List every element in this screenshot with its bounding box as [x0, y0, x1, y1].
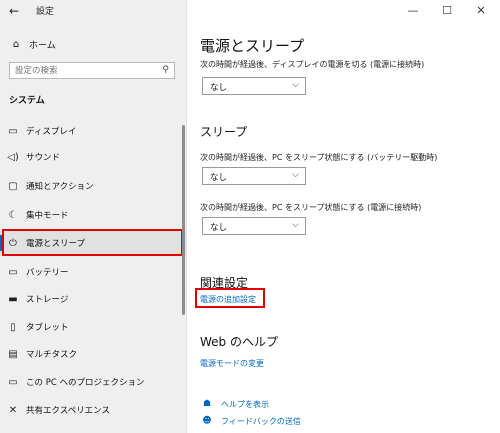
notification-icon: ▢ — [8, 180, 18, 192]
sleep-plugged-dropdown[interactable]: なし ⌵ — [202, 217, 306, 235]
multitask-icon: ▤ — [8, 348, 18, 360]
power-mode-link[interactable]: 電源モードの変更 — [200, 358, 264, 369]
sidebar-item-battery[interactable]: ▭ バッテリー — [0, 259, 186, 285]
sidebar-item-label: 通知とアクション — [26, 182, 94, 192]
screen-off-label: 次の時間が経過後、ディスプレイの電源を切る (電源に接続時) — [200, 60, 425, 69]
dropdown-value: なし — [210, 223, 228, 233]
sidebar-item-notifications[interactable]: ▢ 通知とアクション — [0, 173, 186, 199]
chevron-down-icon: ⌵ — [292, 170, 299, 180]
maximize-icon[interactable]: ☐ — [430, 0, 464, 22]
projection-icon: ▭ — [8, 376, 18, 388]
sidebar-item-shared[interactable]: ✕ 共有エクスペリエンス — [0, 397, 186, 423]
sidebar-item-multitask[interactable]: ▤ マルチタスク — [0, 341, 186, 367]
main-content: 電源とスリープ 次の時間が経過後、ディスプレイの電源を切る (電源に接続時) な… — [187, 22, 500, 433]
sleep-plugged-label: 次の時間が経過後、PC をスリープ状態にする (電源に接続時) — [200, 203, 422, 212]
sidebar-item-label: この PC へのプロジェクション — [26, 378, 145, 388]
sidebar-item-label: サウンド — [26, 153, 61, 163]
minimize-icon[interactable]: — — [396, 0, 430, 22]
sidebar-item-tablet[interactable]: ▯ タブレット — [0, 314, 186, 340]
back-arrow-icon[interactable]: ← — [6, 3, 22, 19]
section-title: システム — [9, 96, 45, 106]
search-box[interactable]: ⚲ — [9, 62, 175, 79]
help-icon: ☗ — [202, 399, 212, 409]
shared-icon: ✕ — [8, 404, 18, 416]
search-input[interactable] — [15, 65, 155, 77]
sidebar-scrollbar[interactable] — [182, 125, 185, 315]
home-icon: ⌂ — [12, 38, 20, 50]
display-icon: ▭ — [8, 125, 18, 137]
get-help-link[interactable]: ☗ ヘルプを表示 — [200, 397, 269, 411]
chevron-down-icon: ⌵ — [292, 80, 299, 90]
title-bar: ← 設定 — ☐ ✕ — [0, 0, 500, 22]
speaker-icon: ◁) — [7, 151, 19, 163]
battery-icon: ▭ — [8, 266, 18, 278]
feedback-link[interactable]: ☻ フィードバックの送信 — [200, 414, 301, 428]
sidebar-item-label: 共有エクスペリエンス — [26, 406, 110, 416]
sidebar-item-storage[interactable]: ▬ ストレージ — [0, 286, 186, 312]
sidebar-item-sound[interactable]: ◁) サウンド — [0, 144, 186, 170]
moon-icon: ☾ — [8, 209, 18, 221]
storage-icon: ▬ — [8, 293, 18, 305]
settings-window: ⌂ ホーム ⚲ システム ▭ ディスプレイ ◁) サウンド ▢ 通知とアクション… — [0, 0, 500, 433]
sidebar-item-label: 集中モード — [26, 211, 69, 221]
home-label: ホーム — [29, 40, 56, 51]
page-title: 電源とスリープ — [200, 37, 305, 55]
dropdown-value: なし — [210, 173, 228, 183]
feedback-label: フィードバックの送信 — [221, 416, 301, 426]
screen-off-dropdown[interactable]: なし ⌵ — [202, 77, 306, 95]
web-help-heading: Web のヘルプ — [200, 335, 278, 349]
sidebar-item-label: ストレージ — [26, 295, 69, 305]
sleep-battery-label: 次の時間が経過後、PC をスリープ状態にする (バッテリー駆動時) — [200, 153, 438, 162]
sleep-heading: スリープ — [200, 125, 248, 139]
sidebar-item-display[interactable]: ▭ ディスプレイ — [0, 118, 186, 144]
chevron-down-icon: ⌵ — [292, 220, 299, 230]
highlight-box-nav — [2, 229, 183, 256]
sidebar-item-label: ディスプレイ — [26, 127, 77, 137]
sidebar-item-label: マルチタスク — [26, 350, 78, 360]
sidebar: ⌂ ホーム ⚲ システム ▭ ディスプレイ ◁) サウンド ▢ 通知とアクション… — [0, 0, 187, 433]
tablet-icon: ▯ — [10, 321, 16, 333]
sidebar-item-label: バッテリー — [26, 268, 69, 278]
window-title: 設定 — [36, 7, 55, 17]
dropdown-value: なし — [210, 83, 228, 93]
feedback-icon: ☻ — [202, 416, 212, 426]
close-icon[interactable]: ✕ — [464, 0, 498, 22]
sidebar-item-focus[interactable]: ☾ 集中モード — [0, 202, 186, 228]
sleep-battery-dropdown[interactable]: なし ⌵ — [202, 167, 306, 185]
home-button[interactable]: ⌂ ホーム — [9, 36, 56, 52]
search-icon[interactable]: ⚲ — [162, 65, 169, 75]
sidebar-item-label: タブレット — [26, 323, 69, 333]
highlight-box-link — [195, 288, 265, 308]
sidebar-item-projection[interactable]: ▭ この PC へのプロジェクション — [0, 369, 186, 395]
get-help-label: ヘルプを表示 — [221, 399, 269, 409]
